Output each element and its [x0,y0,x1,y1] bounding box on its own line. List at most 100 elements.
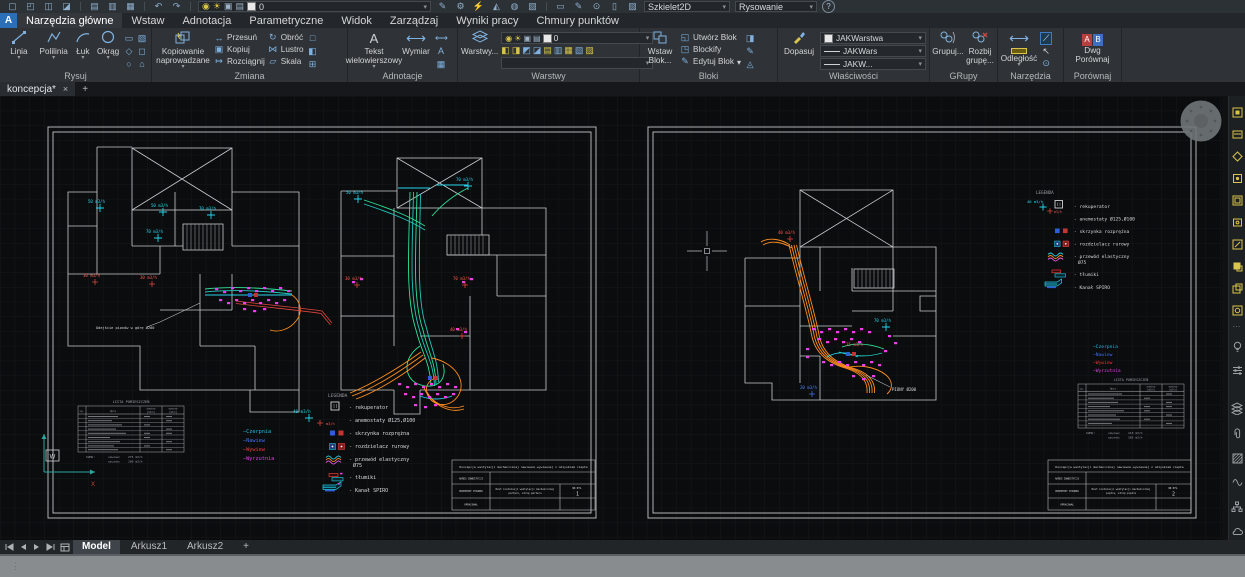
new-file-icon[interactable]: ▢ [6,0,19,13]
array-icon[interactable]: ⊞ [307,58,319,70]
next-layout-icon[interactable] [31,542,43,552]
layer-match-icon[interactable] [1232,129,1243,140]
hatch-icon[interactable]: ▧ [136,32,148,44]
mtext-button[interactable]: A Tekst wielowierszowy ▾ [351,30,397,70]
zoom-icon[interactable]: ⊙ [1040,58,1052,69]
layer-state-dropdown[interactable]: ▾ [501,57,653,69]
layer-tool-icon-5[interactable]: ▤ [543,45,552,56]
open-file-icon[interactable]: ◰ [24,0,37,13]
measure-tool-icon[interactable]: ⟋ [1040,32,1052,45]
undo-icon[interactable]: ↶ [152,0,165,13]
gear-icon[interactable]: ⚙ [454,0,467,13]
dwg-compare-button[interactable]: A B Dwg Porównaj [1071,30,1115,64]
lineweight-dropdown[interactable]: JAKWars ▾ [820,45,926,57]
line-button[interactable]: Linia ▾ [3,30,35,61]
layer-current-icon[interactable] [1232,261,1243,272]
cursor-icon[interactable]: ↖ [1040,46,1052,57]
redo-icon[interactable]: ↷ [170,0,183,13]
trim-icon[interactable]: □ [307,32,319,44]
tab-arkusz1[interactable]: Arkusz1 [122,540,176,554]
create-block-button[interactable]: ◱Utwórz Blok [680,32,741,43]
tab-wyniki-pracy[interactable]: Wyniki pracy [447,13,527,28]
tab-adnotacja[interactable]: Adnotacja [173,13,240,28]
distance-button[interactable]: ⟷ Odległość ▾ [1001,30,1037,68]
layer-tool-icon-4[interactable]: ◪ [533,45,542,56]
edit-attribute-icon[interactable]: ✎ [744,45,756,57]
wave-icon[interactable] [1232,477,1243,488]
layer-walk-icon[interactable] [1232,107,1243,118]
fillet-icon[interactable]: ◧ [307,45,319,57]
sheet-icon[interactable]: ▯ [608,0,621,13]
rotate-button[interactable]: ↻Obróć [268,32,304,43]
tab-arkusz2[interactable]: Arkusz2 [178,540,232,554]
set-base-icon[interactable]: ◬ [744,58,756,70]
new-layout-button[interactable]: + [234,540,258,554]
layer-merge-icon[interactable] [1232,305,1243,316]
group-button[interactable]: Grupuj... [933,30,963,56]
search-icon[interactable]: ⊙ [590,0,603,13]
toolbar-grip[interactable]: ⋯ [1233,324,1242,330]
first-layout-icon[interactable] [3,542,15,552]
layers-palette-icon[interactable] [1231,402,1243,415]
hatch-palette-icon[interactable] [1232,453,1243,464]
move-button[interactable]: ↔Przesuń [214,32,265,43]
hierarchy-icon[interactable] [1231,501,1243,513]
tab-model[interactable]: Model [73,540,120,554]
bolt-icon[interactable]: ⚡ [472,0,485,13]
cloud-icon[interactable] [1231,526,1243,536]
linetype-dropdown[interactable]: JAKW... ▾ [820,58,926,70]
navigation-wheel[interactable] [1181,101,1222,142]
tab-parametryczne[interactable]: Parametryczne [240,13,332,28]
layer-on-icon[interactable] [1232,239,1243,250]
layer-tool-icon-2[interactable]: ◨ [512,45,521,56]
tab-chmury-punktow[interactable]: Chmury punktów [527,13,628,28]
scale-button[interactable]: ▱Skala [268,56,304,67]
ungroup-button[interactable]: Rozbij grupę... [966,30,994,65]
mirror-button[interactable]: ⋈Lustro [268,44,304,55]
layer-tool-icon-1[interactable]: ◧ [501,45,510,56]
image-icon[interactable]: ▨ [626,0,639,13]
layer-tool-icon-8[interactable]: ▧ [575,45,584,56]
lightbulb-icon[interactable] [1232,341,1243,354]
command-grip-icon[interactable]: ⋮ [11,561,1245,571]
triangle-tool-icon[interactable]: ◭ [490,0,503,13]
edit-block-button[interactable]: ✎Edytuj Blok▾ [680,56,741,67]
layer-tool-icon-3[interactable]: ◩ [522,45,531,56]
layer-freeze-icon[interactable] [1232,173,1243,184]
panel-title-bloki[interactable]: Bloki [640,70,777,82]
dimension-button[interactable]: ⟷ Wymiar [400,30,432,56]
panel-title-rysuj[interactable]: Rysuj [0,70,151,82]
tab-zarzadzaj[interactable]: Zarządzaj [381,13,447,28]
tab-wstaw[interactable]: Wstaw [122,13,173,28]
layout-list-icon[interactable] [59,542,71,552]
file-tab-koncepcja[interactable]: koncepcja* × [0,82,75,96]
close-icon[interactable]: × [63,84,68,94]
leader-icon[interactable]: ⟷ [435,32,447,44]
circle-button[interactable]: Okrąg ▾ [96,30,120,61]
stretch-button[interactable]: ↦Rozciągnij [214,56,265,67]
publish-icon[interactable]: ▦ [124,0,137,13]
copy-button[interactable]: ▣Kopiuj [214,44,265,55]
save-as-icon[interactable]: ◪ [60,0,73,13]
text-style-icon[interactable]: A [435,45,447,57]
workspace-dropdown[interactable]: Rysowanie ▾ [735,1,817,12]
save-icon[interactable]: ◫ [42,0,55,13]
tab-narzedzia-glowne[interactable]: Narzędzia główne [17,13,122,28]
region-icon[interactable]: ◻ [136,45,148,57]
insert-block-button[interactable]: Wstaw Blok... [643,30,677,65]
ellipse-icon[interactable]: ○ [123,58,135,70]
sliders-icon[interactable] [1232,365,1243,376]
model-canvas[interactable]: 50 m3/h 50 m3/h 70 m3/h 70 m3/h 30 m3/h … [0,96,1222,540]
new-drawing-tab-button[interactable]: + [75,82,95,96]
last-layout-icon[interactable] [45,542,57,552]
layer-tool-icon-6[interactable]: ▥ [554,45,563,56]
arc-button[interactable]: Łuk ▾ [73,30,94,61]
panel-title-grupy[interactable]: GRupy [930,70,997,82]
table-icon[interactable]: ▦ [435,58,447,70]
layer-off-icon[interactable] [1232,195,1243,206]
app-logo[interactable]: A [0,13,17,28]
blockify-button[interactable]: ◳Blockify [680,44,741,55]
prev-layout-icon[interactable] [17,542,29,552]
layer-tool-icon-7[interactable]: ▦ [564,45,573,56]
panel-title-zmiana[interactable]: Zmiana [152,70,347,82]
